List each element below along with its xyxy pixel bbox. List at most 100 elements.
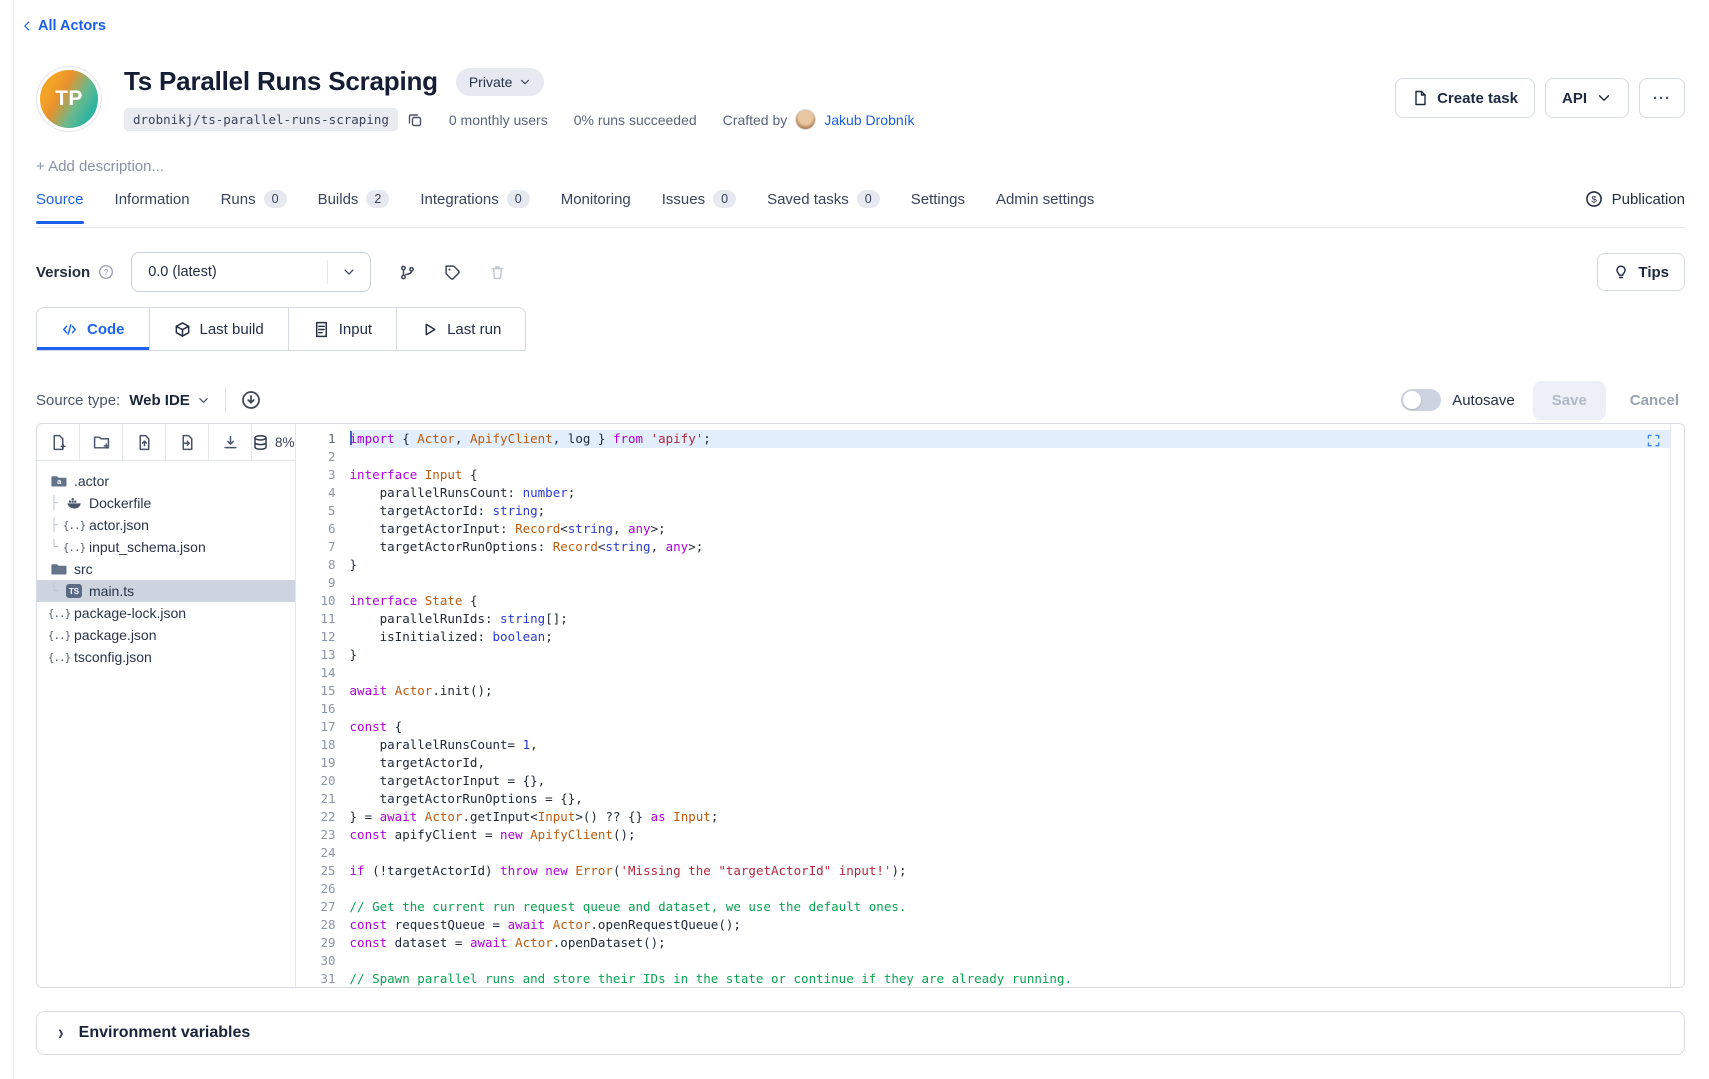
code-line[interactable]: 16 [296, 700, 1684, 718]
tab-label: Issues [662, 191, 705, 208]
code-line[interactable]: 19 targetActorId, [296, 754, 1684, 772]
file-item-src[interactable]: src [37, 558, 295, 580]
tab-source[interactable]: Source [36, 190, 84, 223]
import-file-button[interactable] [166, 424, 209, 460]
code-line[interactable]: 2 [296, 448, 1684, 466]
code-line[interactable]: 31// Spawn parallel runs and store their… [296, 970, 1684, 987]
tab-monitoring[interactable]: Monitoring [561, 190, 631, 223]
trash-icon[interactable] [489, 264, 506, 281]
file-item-actor[interactable]: a.actor [37, 470, 295, 492]
code-text: targetActorInput: Record<string, any>; [350, 520, 1684, 538]
code-area[interactable]: 1import { Actor, ApifyClient, log } from… [296, 424, 1684, 987]
code-line[interactable]: 18 parallelRunsCount= 1, [296, 736, 1684, 754]
version-select[interactable]: 0.0 (latest) [131, 252, 371, 292]
autosave-toggle[interactable] [1401, 389, 1441, 411]
visibility-dropdown[interactable]: Private [456, 68, 545, 96]
code-line[interactable]: 20 targetActorInput = {}, [296, 772, 1684, 790]
tab-settings[interactable]: Settings [911, 190, 965, 223]
tab-runs[interactable]: Runs0 [221, 190, 287, 223]
tab-issues[interactable]: Issues0 [662, 190, 736, 223]
code-line[interactable]: 26 [296, 880, 1684, 898]
code-line[interactable]: 4 parallelRunsCount: number; [296, 484, 1684, 502]
help-icon[interactable]: ? [98, 264, 114, 280]
more-button[interactable]: ··· [1639, 78, 1685, 118]
code-line[interactable]: 5 targetActorId: string; [296, 502, 1684, 520]
author-link[interactable]: Jakub Drobník [824, 112, 914, 128]
api-button[interactable]: API [1545, 78, 1629, 118]
code-line[interactable]: 8} [296, 556, 1684, 574]
code-line[interactable]: 17const { [296, 718, 1684, 736]
new-file-button[interactable] [37, 424, 80, 460]
chevron-down-icon [328, 265, 370, 279]
save-button[interactable]: Save [1533, 381, 1606, 420]
code-line[interactable]: 30 [296, 952, 1684, 970]
file-label: main.ts [89, 583, 134, 599]
code-line[interactable]: 15await Actor.init(); [296, 682, 1684, 700]
tab-admin-settings[interactable]: Admin settings [996, 190, 1094, 223]
upload-file-button[interactable] [123, 424, 166, 460]
git-branch-icon[interactable] [399, 264, 416, 281]
version-label: Version [36, 264, 90, 281]
file-item-tsconfig-json[interactable]: {..}tsconfig.json [37, 646, 295, 668]
code-line[interactable]: 11 parallelRunIds: string[]; [296, 610, 1684, 628]
tag-icon[interactable] [444, 264, 461, 281]
create-task-button[interactable]: Create task [1395, 78, 1535, 118]
new-folder-button[interactable] [80, 424, 123, 460]
fullscreen-icon[interactable] [1646, 433, 1661, 448]
code-line[interactable]: 23const apifyClient = new ApifyClient(); [296, 826, 1684, 844]
tips-button[interactable]: Tips [1597, 253, 1685, 291]
file-item-input-schema-json[interactable]: └{..}input_schema.json [37, 536, 295, 558]
tab-builds[interactable]: Builds2 [318, 190, 390, 223]
subtab-last-build[interactable]: Last build [150, 308, 289, 350]
download-circle-icon[interactable] [241, 390, 261, 410]
file-item-package-lock-json[interactable]: {..}package-lock.json [37, 602, 295, 624]
code-line[interactable]: 28const requestQueue = await Actor.openR… [296, 916, 1684, 934]
file-item-main-ts[interactable]: └TSmain.ts [37, 580, 295, 602]
code-line[interactable]: 22} = await Actor.getInput<Input>() ?? {… [296, 808, 1684, 826]
source-type-row: Source type: Web IDE Autosave Save Cance… [36, 378, 1685, 422]
publication-link[interactable]: $ Publication [1585, 190, 1685, 208]
code-line[interactable]: 25if (!targetActorId) throw new Error('M… [296, 862, 1684, 880]
create-task-label: Create task [1437, 90, 1518, 107]
copy-icon[interactable] [407, 112, 423, 128]
code-line[interactable]: 29 const dataset = await Actor.openDatase… [296, 934, 1684, 952]
add-description[interactable]: + Add description... [36, 158, 164, 175]
code-line[interactable]: 24 [296, 844, 1684, 862]
file-item-dockerfile[interactable]: ├Dockerfile [37, 492, 295, 514]
line-number: 29 [296, 934, 336, 952]
tab-integrations[interactable]: Integrations0 [420, 190, 529, 223]
subtab-input[interactable]: Input [289, 308, 397, 350]
tab-information[interactable]: Information [115, 190, 190, 223]
line-number: 17 [296, 718, 336, 736]
file-item-actor-json[interactable]: ├{..}actor.json [37, 514, 295, 536]
breadcrumb-all-actors[interactable]: All Actors [20, 18, 106, 34]
code-text: } [350, 646, 1684, 664]
chevron-down-icon [519, 76, 531, 88]
code-line[interactable]: 27// Get the current run request queue a… [296, 898, 1684, 916]
tab-saved-tasks[interactable]: Saved tasks0 [767, 190, 880, 223]
code-line[interactable]: 12 isInitialized: boolean; [296, 628, 1684, 646]
code-subtabs: CodeLast buildInputLast run [36, 307, 526, 351]
code-text: const dataset = await Actor.openDataset(… [350, 934, 1684, 952]
code-line[interactable]: 1import { Actor, ApifyClient, log } from… [296, 430, 1684, 448]
subtab-code[interactable]: Code [37, 308, 150, 350]
cancel-button[interactable]: Cancel [1624, 381, 1685, 420]
code-line[interactable]: 9 [296, 574, 1684, 592]
code-line[interactable]: 7 targetActorRunOptions: Record<string, … [296, 538, 1684, 556]
environment-variables-section[interactable]: › Environment variables [36, 1011, 1685, 1055]
code-line[interactable]: 13} [296, 646, 1684, 664]
code-line[interactable]: 10interface State { [296, 592, 1684, 610]
tab-label: Integrations [420, 191, 498, 208]
download-files-button[interactable] [209, 424, 252, 460]
json-icon: {..} [65, 519, 83, 532]
subtab-last-run[interactable]: Last run [397, 308, 525, 350]
line-number: 3 [296, 466, 336, 484]
file-item-package-json[interactable]: {..}package.json [37, 624, 295, 646]
file-label: package.json [74, 627, 157, 643]
code-line[interactable]: 6 targetActorInput: Record<string, any>; [296, 520, 1684, 538]
code-line[interactable]: 3interface Input { [296, 466, 1684, 484]
code-line[interactable]: 14 [296, 664, 1684, 682]
source-type-dropdown[interactable]: Web IDE [129, 392, 210, 409]
code-line[interactable]: 21 targetActorRunOptions = {}, [296, 790, 1684, 808]
code-lines[interactable]: 1import { Actor, ApifyClient, log } from… [296, 430, 1684, 987]
